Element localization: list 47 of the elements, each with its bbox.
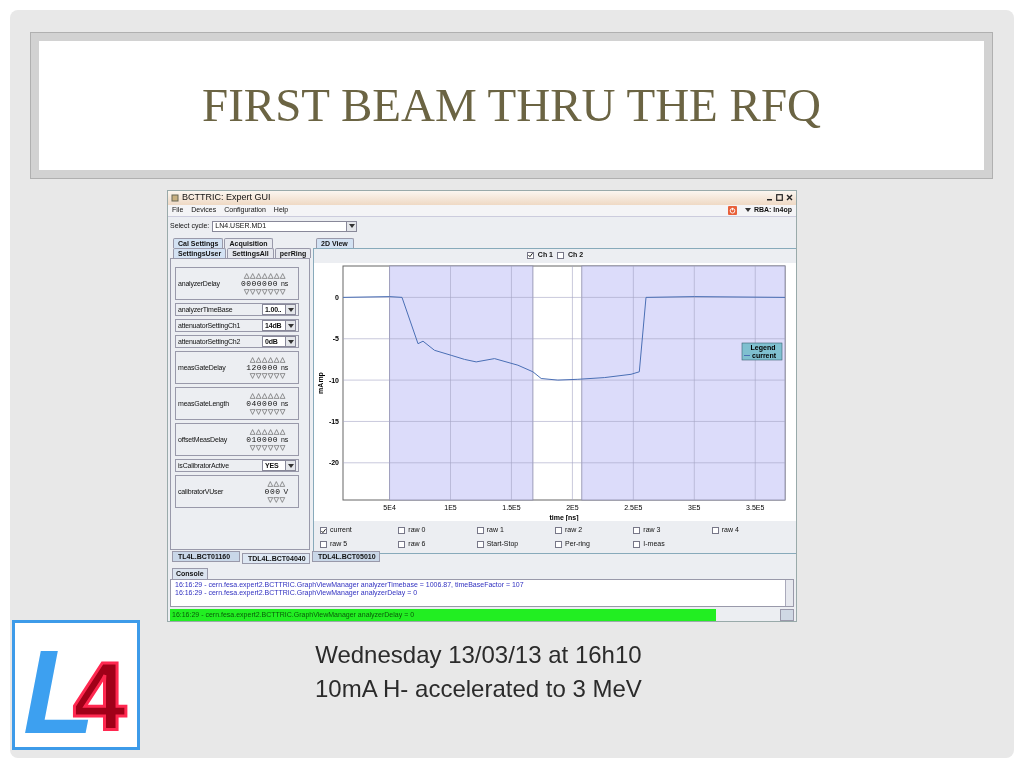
digit-value[interactable]: 040000: [246, 398, 278, 410]
caption-line: Wednesday 13/03/13 at 16h10: [315, 640, 642, 670]
caret-icon[interactable]: [744, 208, 751, 213]
status-button[interactable]: [780, 608, 794, 621]
checkbox[interactable]: [398, 527, 406, 535]
caption-line: 10mA H- accelerated to 3 MeV: [315, 674, 642, 704]
decrement-arrows-icon[interactable]: [242, 289, 287, 296]
checkbox[interactable]: [476, 540, 484, 548]
increment-arrows-icon[interactable]: [248, 356, 286, 363]
checkbox[interactable]: [711, 527, 719, 535]
scrollbar[interactable]: [785, 580, 793, 606]
decrement-arrows-icon[interactable]: [267, 497, 286, 504]
caret-icon[interactable]: [348, 224, 355, 229]
check-icon: [321, 527, 326, 534]
increment-arrows-icon[interactable]: [248, 392, 286, 399]
checkbox[interactable]: [633, 540, 641, 548]
checkbox[interactable]: [633, 527, 641, 535]
maximize-icon[interactable]: [776, 194, 783, 202]
digit-value[interactable]: 010000: [246, 434, 278, 446]
window-title: BCTTRIC: Expert GUI: [182, 191, 272, 204]
increment-arrows-icon[interactable]: [267, 480, 286, 487]
caret-icon[interactable]: [287, 340, 294, 344]
digit-value[interactable]: 120000: [246, 362, 278, 374]
checkbox[interactable]: [320, 527, 327, 535]
caret-icon[interactable]: [287, 464, 294, 468]
slide-title: FIRST BEAM THRU THE RFQ: [202, 78, 821, 134]
checkbox[interactable]: [526, 252, 534, 259]
decrement-arrows-icon[interactable]: [248, 445, 286, 452]
digit-value[interactable]: 0000000: [240, 278, 278, 290]
decrement-arrows-icon[interactable]: [248, 373, 286, 380]
legend-background: [741, 343, 783, 361]
checkbox[interactable]: [476, 527, 484, 535]
checkbox[interactable]: [320, 540, 327, 548]
checkbox[interactable]: [555, 527, 562, 535]
checkbox[interactable]: [398, 540, 406, 548]
digit-value[interactable]: 000: [264, 486, 281, 498]
increment-arrows-icon[interactable]: [242, 272, 287, 279]
power-icon[interactable]: [727, 205, 737, 215]
check-icon: [527, 252, 533, 259]
caret-icon[interactable]: [287, 324, 294, 328]
close-icon[interactable]: [786, 194, 793, 202]
caret-icon[interactable]: [287, 308, 294, 312]
checkbox[interactable]: [557, 252, 564, 259]
decrement-arrows-icon[interactable]: [248, 409, 286, 416]
increment-arrows-icon[interactable]: [248, 428, 286, 435]
checkbox[interactable]: [555, 540, 562, 548]
app-icon: [171, 193, 179, 202]
